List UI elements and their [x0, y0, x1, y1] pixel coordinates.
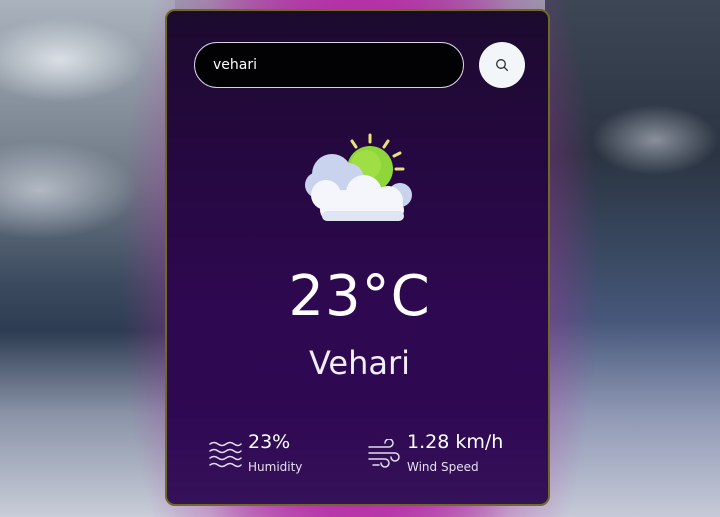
weather-card: 23°C Vehari 23% Humidity: [165, 9, 550, 506]
search-icon: [496, 59, 509, 72]
humidity-value: 23%: [248, 431, 291, 453]
partly-cloudy-sun-icon: [305, 133, 412, 221]
wind-icon: [368, 439, 400, 468]
humidity-detail: 23% Humidity: [208, 431, 358, 481]
temperature-value: 23°C: [288, 264, 431, 329]
weather-details: 23% Humidity 1.28 km/h Wind Speed: [167, 411, 548, 504]
search-row: [194, 42, 527, 90]
wind-speed-label: Wind Speed: [407, 460, 479, 474]
search-button[interactable]: [479, 42, 525, 88]
wind-detail: 1.28 km/h Wind Speed: [367, 431, 542, 481]
city-search-input[interactable]: [194, 42, 464, 88]
humidity-waves-icon: [209, 441, 242, 468]
city-name: Vehari: [308, 344, 411, 382]
wind-speed-value: 1.28 km/h: [407, 431, 504, 453]
humidity-label: Humidity: [248, 460, 303, 474]
